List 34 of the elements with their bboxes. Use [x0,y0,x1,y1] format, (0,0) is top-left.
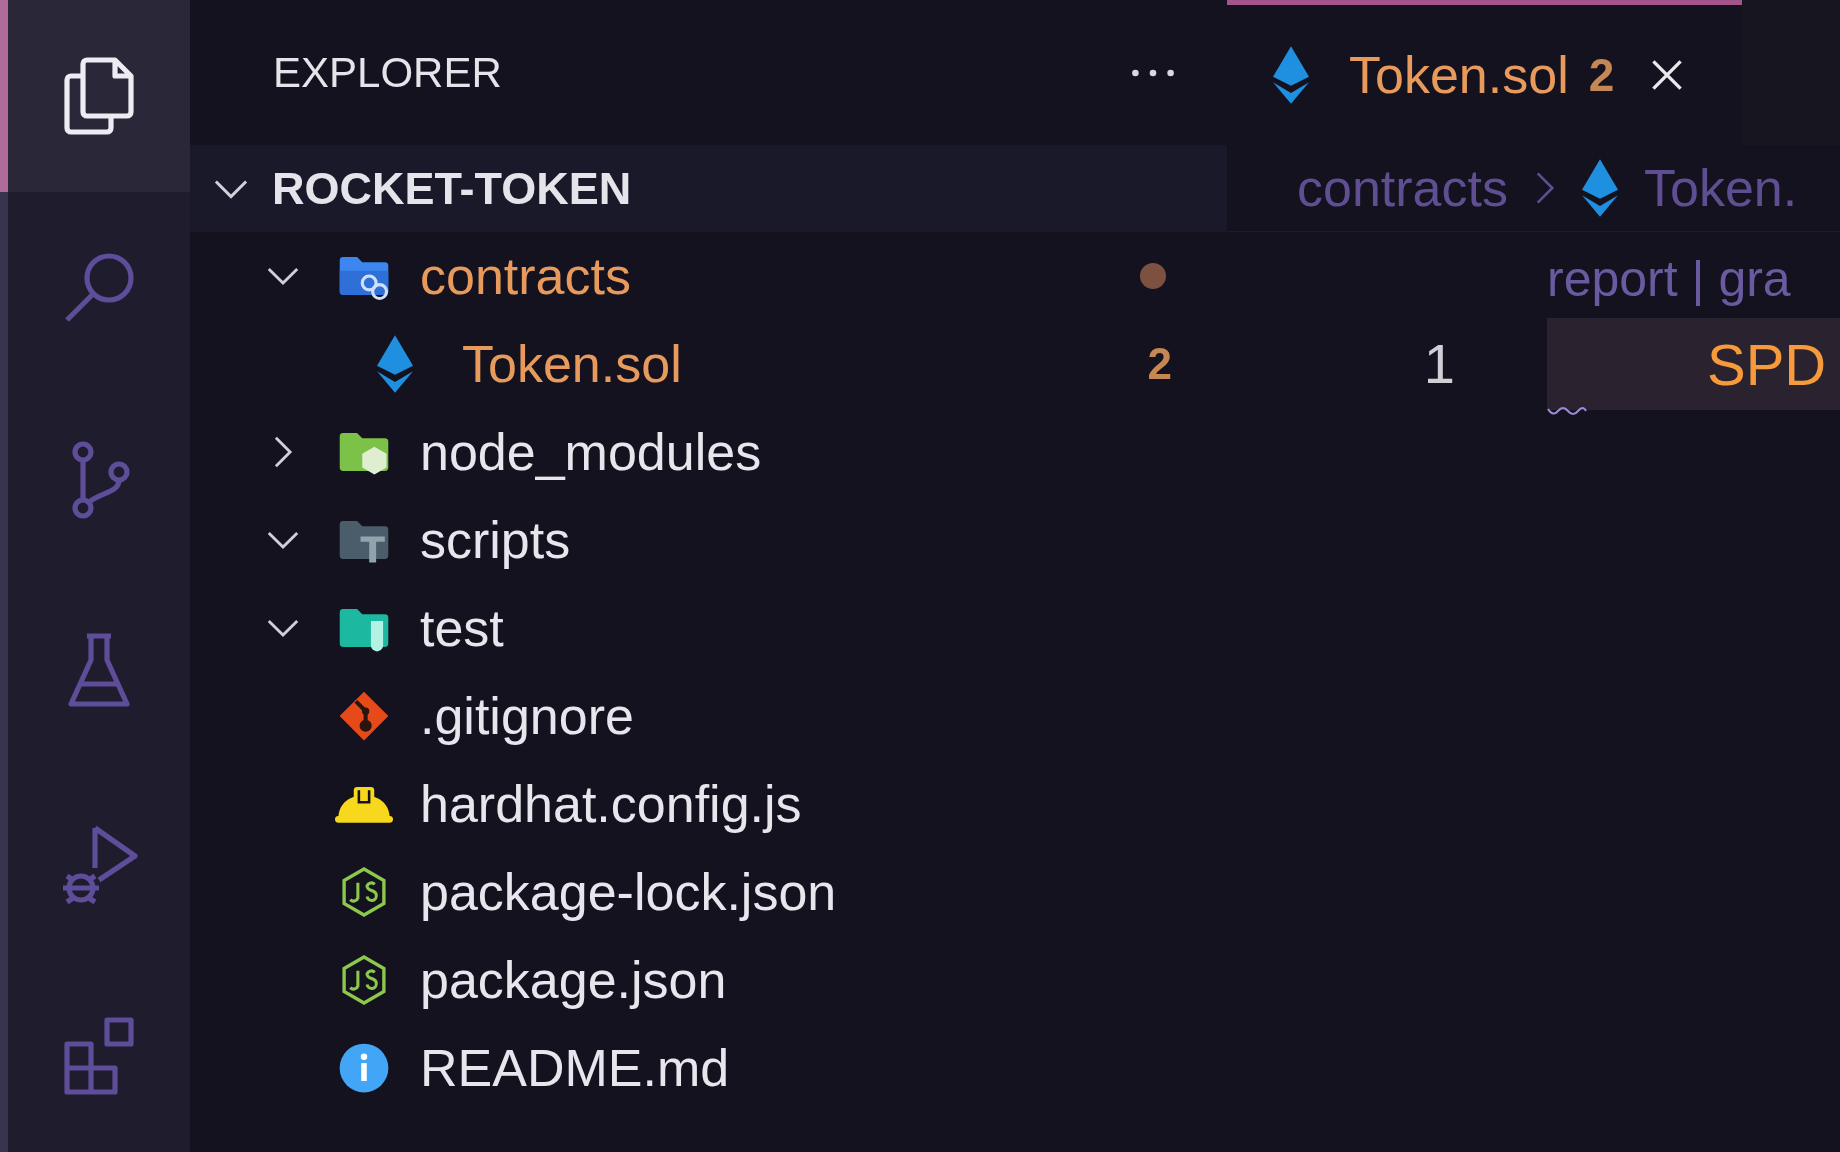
file-name: hardhat.config.js [420,774,803,834]
code-text: SPD [1707,330,1827,398]
tree-item[interactable]: contracts [190,232,1227,320]
ethereum-icon [1582,159,1618,217]
project-header[interactable]: ROCKET-TOKEN [190,145,1227,232]
tab-title: Token.sol [1349,45,1569,105]
problem-count: 2 [1147,339,1172,389]
tree-item[interactable]: README.md [190,1024,1227,1112]
file-name: contracts [420,246,632,306]
file-name: package.json [420,950,728,1010]
project-name: ROCKET-TOKEN [272,162,632,215]
file-name: test [420,598,505,658]
tree-item[interactable]: package-lock.json [190,848,1227,936]
ethereum-icon [1273,46,1309,104]
file-name: README.md [420,1038,731,1098]
file-name: scripts [420,510,572,570]
tree-item[interactable]: scripts [190,496,1227,584]
line-number: 1 [1422,331,1456,397]
tree-item[interactable]: test [190,584,1227,672]
ethereum-icon [377,335,413,393]
file-name: .gitignore [420,686,635,746]
tree-item[interactable]: Token.sol 2 [190,320,1227,408]
file-name: Token.sol [462,334,683,394]
file-name: package-lock.json [420,862,838,922]
file-name: node_modules [420,422,763,482]
tree-item[interactable]: package.json [190,936,1227,1024]
editor-tab[interactable]: Token.sol 2 [1227,0,1742,145]
close-icon[interactable] [1650,58,1685,92]
panel-title: EXPLORER [273,48,502,97]
tree-item[interactable]: hardhat.config.js [190,760,1227,848]
tree-item[interactable]: .gitignore [190,672,1227,760]
problem-count: 2 [1588,48,1615,102]
tree-item[interactable]: node_modules [190,408,1227,496]
modified-dot [1140,263,1166,289]
